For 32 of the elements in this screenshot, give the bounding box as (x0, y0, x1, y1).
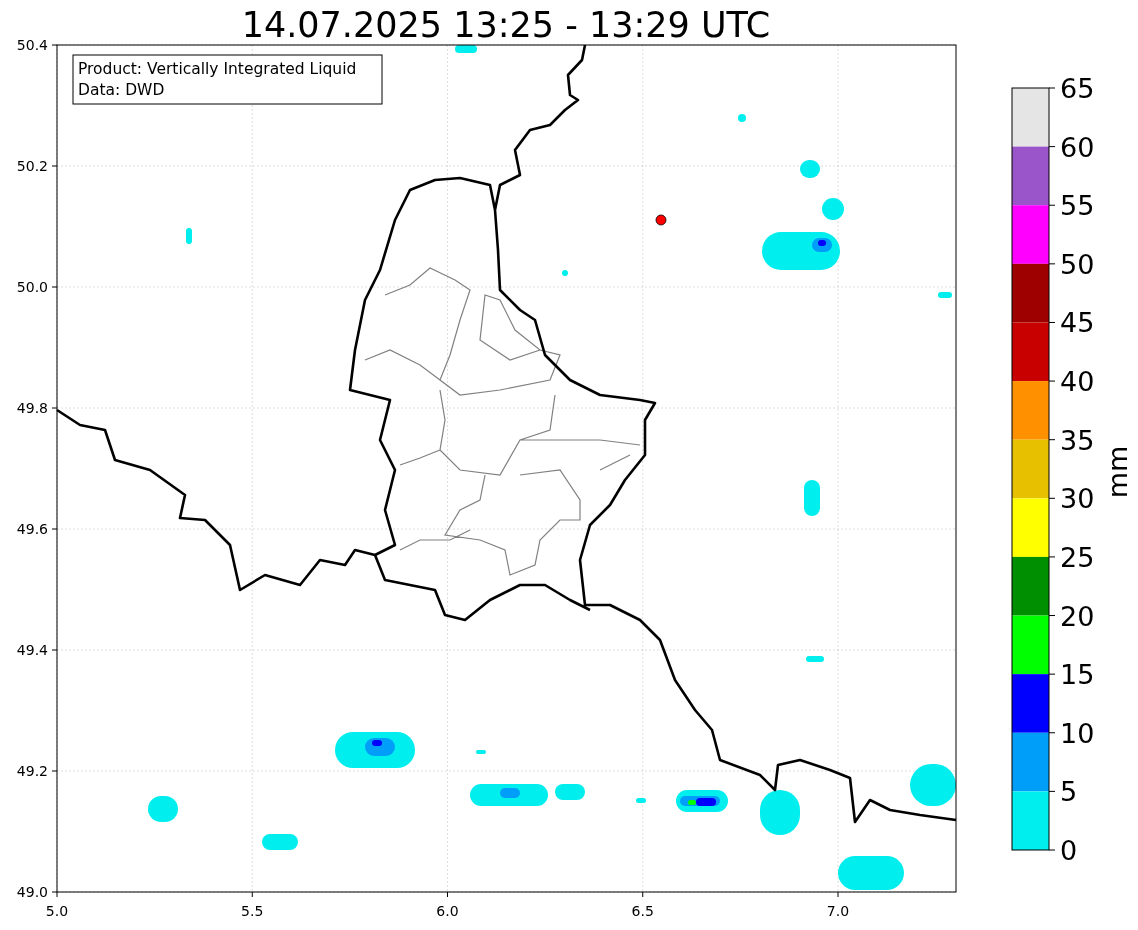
y-tick-label: 49.6 (16, 521, 48, 537)
info-text: Data: DWD (78, 81, 165, 99)
colorbar-tick-label: 20 (1060, 600, 1095, 632)
x-tick-label: 7.0 (826, 903, 850, 919)
colorbar-tick-label: 10 (1060, 717, 1095, 749)
colorbar-tick-label: 15 (1060, 659, 1095, 691)
info-text: Product: Vertically Integrated Liquid (78, 60, 357, 78)
y-tick-label: 49.8 (16, 400, 48, 416)
y-tick-label: 49.0 (16, 884, 48, 900)
colorbar-tick-label: 60 (1060, 131, 1095, 163)
colorbar-tick-label: 30 (1060, 483, 1095, 515)
colorbar-tick-label: 55 (1060, 190, 1095, 222)
colorbar-tick-label: 5 (1060, 776, 1078, 808)
location-marker (655, 214, 667, 226)
colorbar-tick-label: 50 (1060, 248, 1095, 280)
x-tick-label: 6.5 (631, 903, 654, 919)
colorbar-label: mm (1102, 445, 1133, 499)
colorbar-tick-label: 45 (1060, 307, 1095, 339)
x-tick-label: 5.5 (241, 903, 264, 919)
y-tick-label: 49.4 (16, 642, 48, 658)
colorbar-tick-label: 25 (1060, 541, 1095, 573)
y-tick-label: 50.0 (16, 279, 48, 295)
colorbar-tick-label: 35 (1060, 424, 1095, 456)
colorbar-tick-label: 40 (1060, 366, 1095, 398)
colorbar-tick-label: 0 (1060, 835, 1078, 866)
y-tick-label: 50.4 (16, 37, 48, 53)
y-tick-label: 49.2 (16, 763, 48, 779)
x-tick-label: 6.0 (436, 903, 459, 919)
colorbar-tick-label: 65 (1060, 73, 1095, 104)
x-tick-label: 5.0 (45, 903, 69, 919)
chart-title: 14.07.2025 13:25 - 13:29 UTC (241, 5, 771, 45)
y-tick-label: 50.2 (16, 158, 48, 174)
